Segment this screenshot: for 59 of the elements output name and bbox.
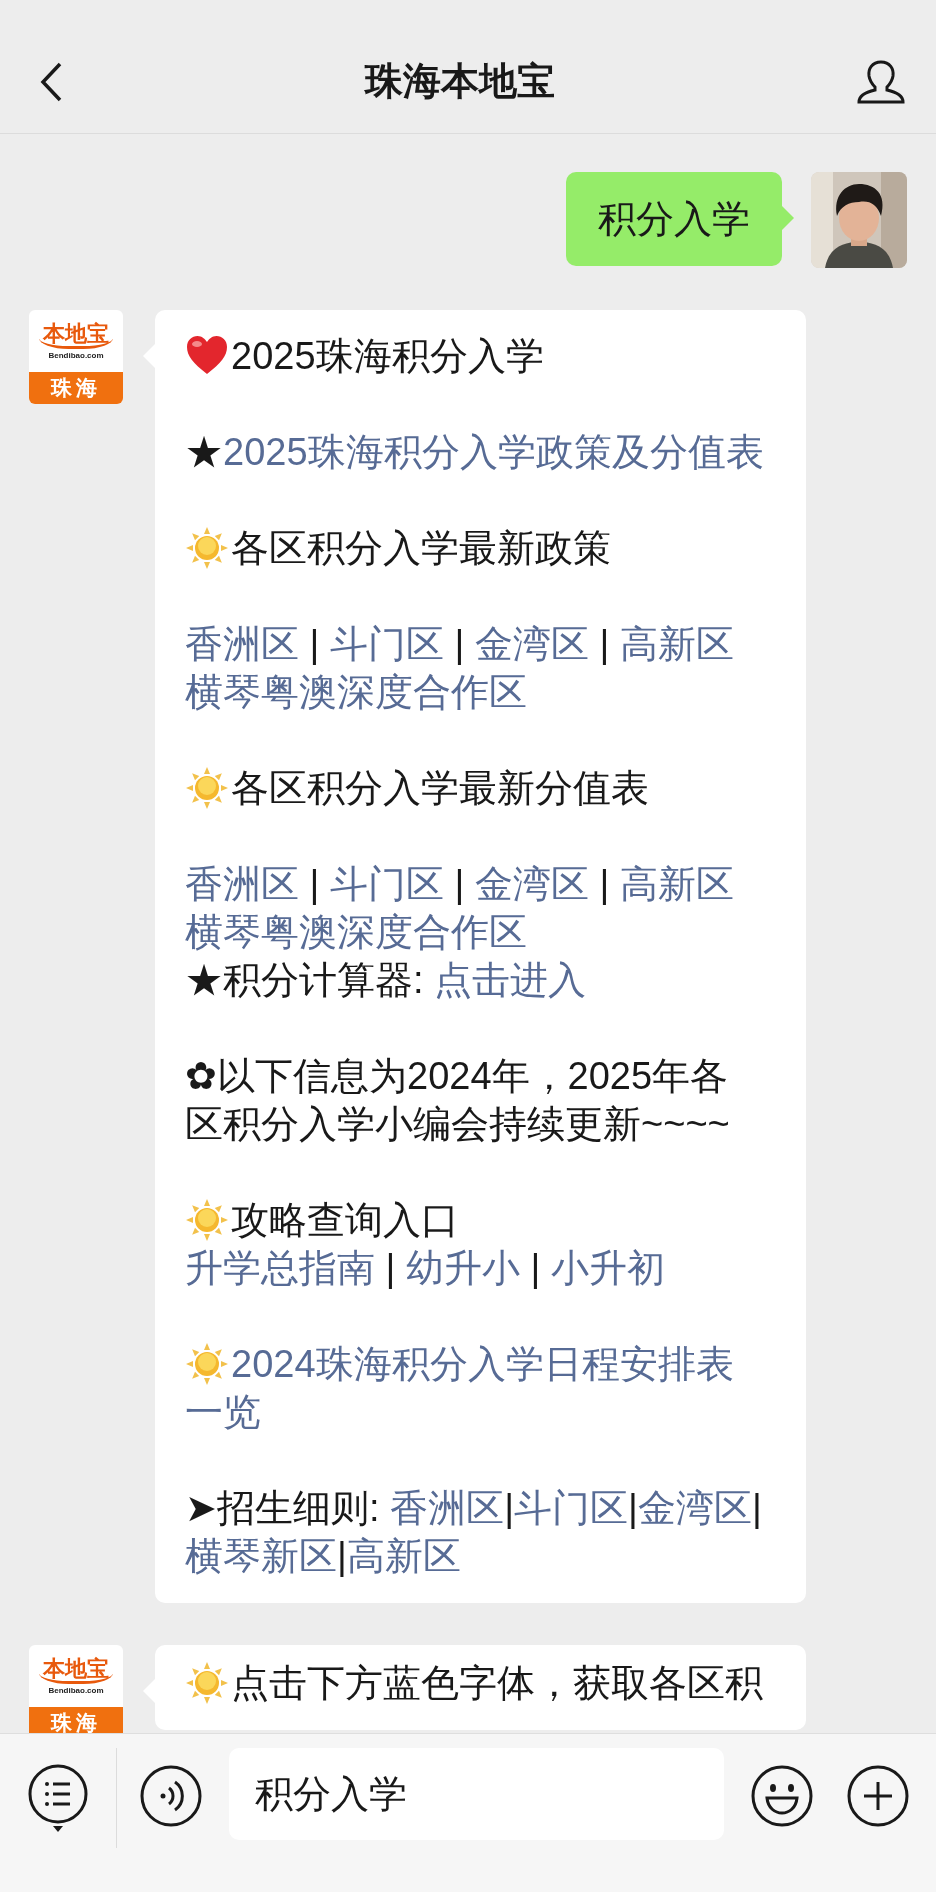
- logo-city: 珠海: [29, 1707, 123, 1733]
- logo-text: 本地宝: [39, 321, 113, 349]
- sun-icon: [185, 1198, 229, 1242]
- message-text: 升学总指南 | 幼升小 | 小升初: [185, 1246, 665, 1291]
- message-text: 各区积分入学最新政策: [231, 526, 611, 571]
- link[interactable]: 高新区: [346, 1535, 461, 1577]
- link[interactable]: 一览: [185, 1388, 261, 1436]
- link[interactable]: 横琴粤澳深度合作区: [185, 908, 527, 956]
- link[interactable]: 香洲区: [185, 863, 299, 905]
- account-avatar[interactable]: 本地宝 Bendibao.com 珠海: [29, 310, 123, 404]
- link[interactable]: 斗门区: [514, 1487, 628, 1529]
- message-text: 各区积分入学最新分值表: [231, 766, 649, 811]
- link[interactable]: 斗门区: [330, 863, 444, 905]
- link[interactable]: 2025珠海积分入学政策及分值表: [223, 431, 764, 473]
- link[interactable]: 金湾区: [475, 623, 589, 665]
- message-text: 攻略查询入口: [231, 1198, 459, 1243]
- link[interactable]: 升学总指南: [185, 1247, 375, 1289]
- link[interactable]: 横琴新区: [185, 1535, 337, 1577]
- bubble-tail: [782, 206, 794, 230]
- link[interactable]: 斗门区: [330, 623, 444, 665]
- sent-message: 积分入学: [566, 172, 782, 266]
- link[interactable]: 幼升小: [406, 1247, 520, 1289]
- link[interactable]: 香洲区: [185, 623, 299, 665]
- sun-icon: [185, 766, 229, 810]
- logo-domain: Bendibao.com: [48, 1685, 104, 1696]
- link[interactable]: 金湾区: [637, 1487, 752, 1529]
- message-text: 横琴新区|高新区: [185, 1534, 461, 1579]
- link[interactable]: 高新区: [620, 623, 734, 665]
- link[interactable]: 高新区: [620, 863, 734, 905]
- sun-icon: [185, 526, 229, 570]
- logo-text: 本地宝: [39, 1656, 113, 1684]
- account-avatar[interactable]: 本地宝 Bendibao.com 珠海: [29, 1645, 123, 1733]
- link[interactable]: 2024珠海积分入学日程安排表: [231, 1340, 734, 1388]
- sun-icon: [185, 1342, 229, 1386]
- link[interactable]: 小升初: [551, 1247, 665, 1289]
- logo-city: 珠海: [29, 372, 123, 404]
- person-icon[interactable]: [856, 58, 906, 105]
- menu-icon[interactable]: [26, 1764, 90, 1834]
- chat-title: 珠海本地宝: [365, 59, 555, 104]
- add-icon[interactable]: [846, 1764, 910, 1828]
- message-text: ★积分计算器: 点击进入: [185, 958, 587, 1003]
- logo-domain: Bendibao.com: [48, 350, 104, 361]
- message-text: 香洲区 | 斗门区 | 金湾区 | 高新区: [185, 622, 734, 667]
- message-text: ✿以下信息为2024年，2025年各: [185, 1054, 729, 1099]
- voice-icon[interactable]: [139, 1764, 203, 1828]
- message-text: 区积分入学小编会持续更新~~~~: [185, 1102, 730, 1147]
- message-text: 香洲区 | 斗门区 | 金湾区 | 高新区: [185, 862, 734, 907]
- message-text: 2025珠海积分入学: [231, 334, 544, 379]
- sun-icon: [185, 1661, 229, 1705]
- emoji-icon[interactable]: [750, 1764, 814, 1828]
- message-text: 点击下方蓝色字体，获取各区积: [231, 1661, 763, 1706]
- message-text: ➤招生细则: 香洲区|斗门区|金湾区|: [185, 1486, 762, 1531]
- message-input[interactable]: 积分入学: [229, 1748, 724, 1840]
- back-icon[interactable]: [38, 60, 64, 103]
- message-text: ★2025珠海积分入学政策及分值表: [185, 430, 764, 475]
- link[interactable]: 金湾区: [475, 863, 589, 905]
- link[interactable]: 香洲区: [390, 1487, 505, 1529]
- link[interactable]: 点击进入: [434, 959, 587, 1001]
- link[interactable]: 横琴粤澳深度合作区: [185, 668, 527, 716]
